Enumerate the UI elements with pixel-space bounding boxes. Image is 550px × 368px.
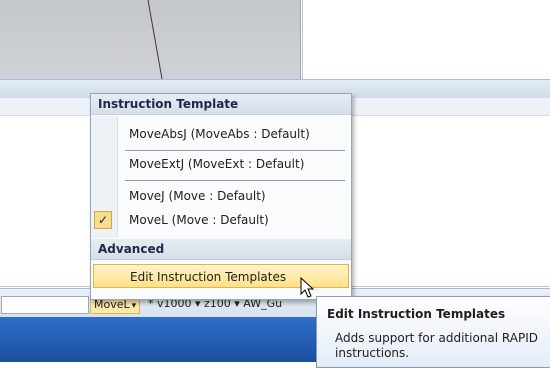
- section-header-instruction-template: Instruction Template: [91, 94, 351, 115]
- tooltip-body: Adds support for additional RAPID instru…: [335, 331, 538, 360]
- tooltip-title: Edit Instruction Templates: [327, 307, 506, 321]
- menu-item-movej[interactable]: MoveJ (Move : Default): [91, 184, 351, 208]
- menu-item-label: MoveExtJ (MoveExt : Default): [129, 157, 305, 171]
- section-header-advanced: Advanced: [91, 239, 351, 260]
- menu-item-label: MoveJ (Move : Default): [129, 189, 266, 203]
- menu-item-movel[interactable]: ✓ MoveL (Move : Default): [91, 208, 351, 232]
- checkmark-icon: ✓: [94, 211, 112, 229]
- status-field[interactable]: [1, 296, 89, 314]
- chevron-down-icon: ▾: [131, 301, 137, 311]
- menu-item-moveextj[interactable]: MoveExtJ (MoveExt : Default): [91, 152, 351, 176]
- menu-item-label: MoveAbsJ (MoveAbs : Default): [129, 127, 310, 141]
- menu-item-moveabsj[interactable]: MoveAbsJ (MoveAbs : Default): [91, 122, 351, 146]
- menu-separator: [125, 150, 345, 151]
- viewport-edge-line: [147, 0, 163, 79]
- tooltip: Edit Instruction Templates Adds support …: [316, 296, 550, 368]
- side-panel: [302, 0, 550, 79]
- menu-item-label: MoveL (Move : Default): [129, 213, 269, 227]
- instruction-template-menu: Instruction Template MoveAbsJ (MoveAbs :…: [90, 93, 352, 300]
- mouse-cursor-icon: [300, 277, 315, 298]
- menu-item-label: Edit Instruction Templates: [130, 270, 287, 284]
- menu-separator: [125, 180, 345, 181]
